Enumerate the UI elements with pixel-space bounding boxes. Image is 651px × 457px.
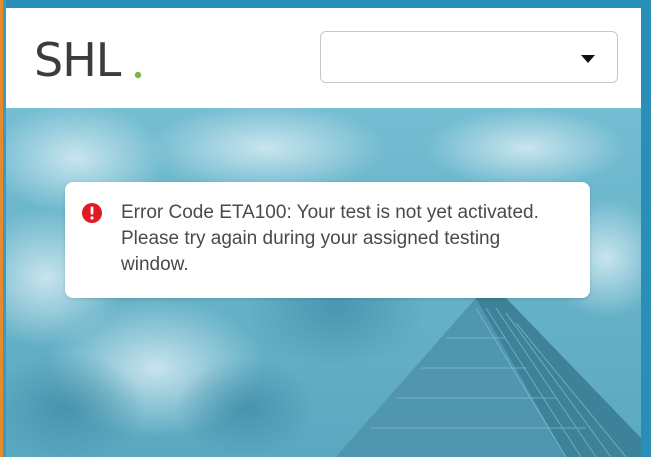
screen-frame: SHL Error Code ETA100: Your test is not … (0, 0, 651, 457)
browser-content: SHL Error Code ETA100: Your test is not … (6, 8, 641, 457)
logo-dot (134, 71, 142, 79)
error-circle-icon (82, 203, 102, 223)
chevron-down-icon (581, 55, 595, 63)
hero-background: Error Code ETA100: Your test is not yet … (6, 108, 641, 457)
error-message: Error Code ETA100: Your test is not yet … (121, 202, 539, 275)
error-alert: Error Code ETA100: Your test is not yet … (65, 182, 590, 298)
right-edge (641, 0, 651, 457)
page-header: SHL (6, 8, 641, 108)
logo-text: SHL (34, 34, 122, 84)
shl-logo: SHL (34, 34, 142, 84)
top-edge (0, 0, 651, 8)
language-select[interactable] (320, 31, 618, 83)
